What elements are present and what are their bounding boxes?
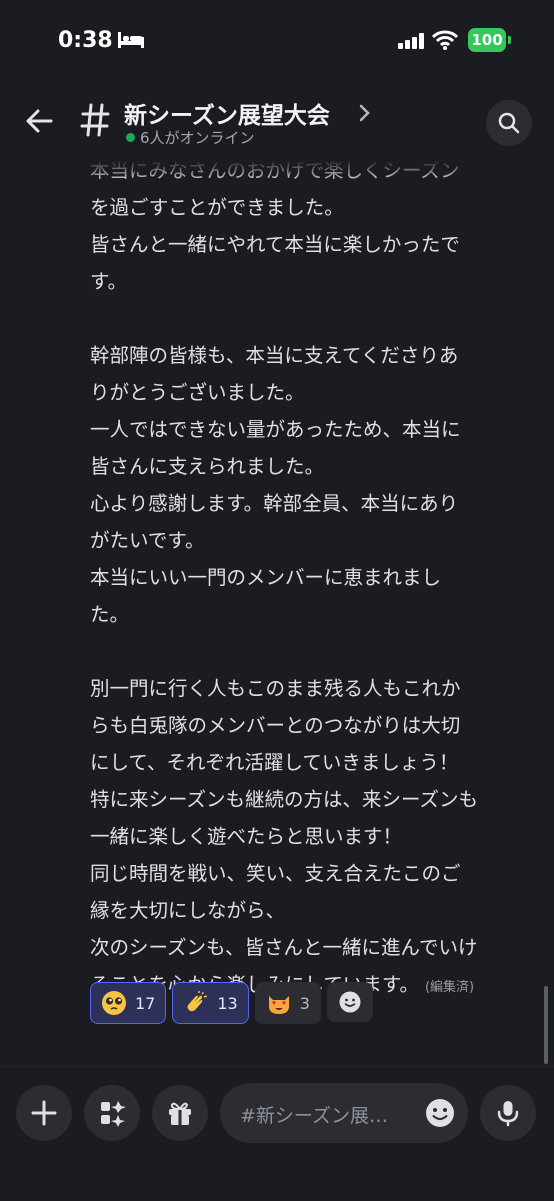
- message-line: 本当にいい一門のメンバーに恵まれまし: [90, 566, 442, 589]
- message-line: 皆さんに支えられました。: [90, 455, 325, 478]
- gift-icon: [169, 1102, 191, 1125]
- message-content: 本当にみなさんのおかげで楽しくシーズン を過ごすことができました。 皆さんと一緒…: [90, 152, 540, 1003]
- message-line: らも白兎隊のメンバーとのつながりは大切: [90, 714, 461, 737]
- channel-header: 新シーズン展望大会 6人がオンライン: [0, 84, 554, 161]
- chevron-right-icon[interactable]: [358, 102, 372, 124]
- scrollbar[interactable]: [544, 986, 548, 1064]
- battery-indicator: 100: [468, 28, 506, 52]
- reaction-count: 13: [217, 993, 238, 1013]
- chat-input-placeholder: #新シーズン展…: [240, 1105, 388, 1127]
- microphone-icon: [497, 1101, 519, 1127]
- message-line: りがとうございました。: [90, 381, 305, 404]
- message-line: を過ごすことができました。: [90, 196, 344, 219]
- apps-icon: [101, 1101, 126, 1127]
- emoji-picker-icon[interactable]: [424, 1097, 456, 1129]
- reaction-heart-eyes-cat[interactable]: 3: [254, 982, 321, 1024]
- message-line: 特に来シーズンも継続の方は、来シーズンも: [90, 788, 479, 811]
- message-line: 一人ではできない量があったため、本当に: [90, 418, 461, 441]
- message-line: 次のシーズンも、皆さんと一緒に進んでいけ: [90, 936, 478, 959]
- back-arrow-icon[interactable]: [24, 106, 54, 136]
- plus-button[interactable]: [16, 1085, 72, 1141]
- reaction-clapping-hands[interactable]: 13: [172, 982, 249, 1024]
- message-line: 心より感謝します。幹部全員、本当にあり: [90, 492, 459, 515]
- add-emoji-icon: [339, 991, 361, 1013]
- wifi-icon: [432, 30, 458, 50]
- search-button[interactable]: [486, 100, 532, 146]
- reaction-count: 3: [299, 993, 310, 1013]
- bed-icon: [118, 32, 144, 48]
- channel-title[interactable]: 新シーズン展望大会: [124, 96, 330, 130]
- search-icon: [498, 112, 520, 134]
- add-reaction-button[interactable]: [326, 982, 373, 1022]
- message-line: 一緒に楽しく遊べたらと思います！: [90, 825, 403, 848]
- status-time: 0:38: [58, 28, 113, 53]
- message-line: 別一門に行く人もこのまま残る人もこれか: [90, 677, 461, 700]
- reaction-bar: 17 13 3: [90, 982, 373, 1024]
- pleading-face-icon: [102, 991, 126, 1015]
- message-line: 幹部陣の皆様も、本当に支えてくださりあ: [90, 344, 459, 367]
- online-status-dot: [126, 133, 135, 142]
- message-line: 皆さんと一緒にやれて本当に楽しかったで: [90, 233, 460, 256]
- apps-button[interactable]: [84, 1085, 140, 1141]
- message-line: 縁を大切にしながら、: [90, 899, 286, 922]
- chat-input[interactable]: #新シーズン展…: [220, 1083, 468, 1143]
- battery-tip: [508, 36, 511, 44]
- clapping-hands-icon: [187, 991, 208, 1012]
- scroll-fade: [0, 160, 554, 182]
- reaction-pleading-face[interactable]: 17: [90, 982, 167, 1024]
- message-line: にして、それぞれ活躍していきましょう！: [90, 751, 459, 774]
- voice-message-button[interactable]: [480, 1085, 536, 1141]
- reaction-count: 17: [135, 993, 156, 1013]
- message-line: す。: [90, 270, 128, 293]
- message-composer: #新シーズン展…: [0, 1066, 554, 1201]
- status-bar: 0:38 100: [0, 0, 554, 84]
- message-line-blank: [90, 633, 540, 670]
- channel-hash-icon: [80, 103, 110, 137]
- edited-label: (編集済): [424, 980, 475, 995]
- message-line: 同じ時間を戦い、笑い、支え合えたこのご: [90, 862, 461, 885]
- gift-button[interactable]: [152, 1085, 208, 1141]
- heart-eyes-cat-icon: [268, 996, 289, 1014]
- plus-icon: [31, 1100, 57, 1126]
- message-line-blank: [90, 300, 540, 337]
- message-line: がたいです。: [90, 529, 205, 552]
- cellular-signal-icon: [398, 33, 424, 49]
- online-count: 6人がオンライン: [140, 129, 255, 147]
- message-line: た。: [90, 603, 130, 626]
